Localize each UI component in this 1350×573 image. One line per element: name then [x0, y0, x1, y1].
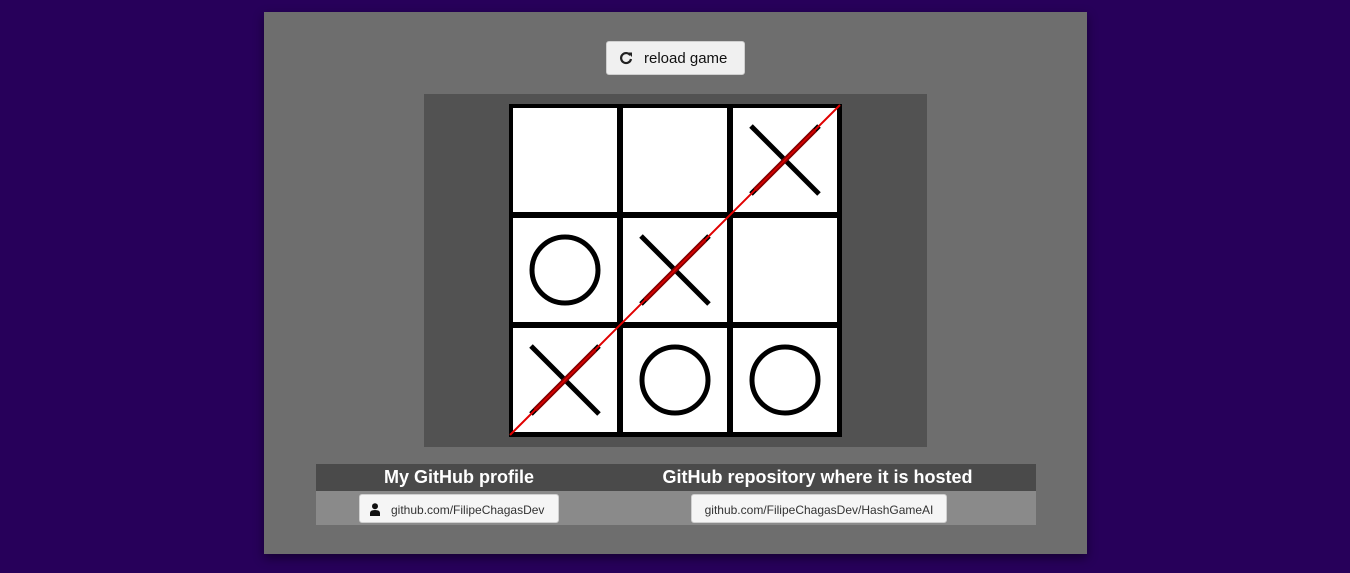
board-area: [424, 94, 927, 447]
profile-title: My GitHub profile: [384, 467, 534, 487]
github-profile-button[interactable]: github.com/FilipeChagasDev: [359, 494, 559, 523]
github-repo-button[interactable]: github.com/FilipeChagasDev/HashGameAI: [691, 494, 947, 523]
links-header-row: My GitHub profile GitHub repository wher…: [316, 464, 1036, 491]
reload-game-label: reload game: [644, 50, 728, 67]
board-cell-r2c1[interactable]: [623, 328, 727, 432]
board-cell-r1c2[interactable]: [733, 218, 837, 322]
user-icon: [370, 503, 380, 516]
repo-title: GitHub repository where it is hosted: [662, 467, 973, 487]
github-profile-link: github.com/FilipeChagasDev: [391, 503, 545, 517]
reload-game-button[interactable]: reload game: [606, 41, 745, 75]
game-board: [509, 104, 842, 437]
board-cell-r0c0[interactable]: [513, 108, 617, 212]
game-panel: reload game My GitHub profile GitHub rep…: [264, 12, 1087, 554]
github-repo-link: github.com/FilipeChagasDev/HashGameAI: [704, 503, 934, 517]
refresh-icon: [620, 51, 633, 65]
links-body-row: github.com/FilipeChagasDev github.com/Fi…: [316, 491, 1036, 525]
board-cell-r2c2[interactable]: [733, 328, 837, 432]
links-table: My GitHub profile GitHub repository wher…: [316, 464, 1036, 525]
board-cell-r0c1[interactable]: [623, 108, 727, 212]
board-cell-r1c0[interactable]: [513, 218, 617, 322]
